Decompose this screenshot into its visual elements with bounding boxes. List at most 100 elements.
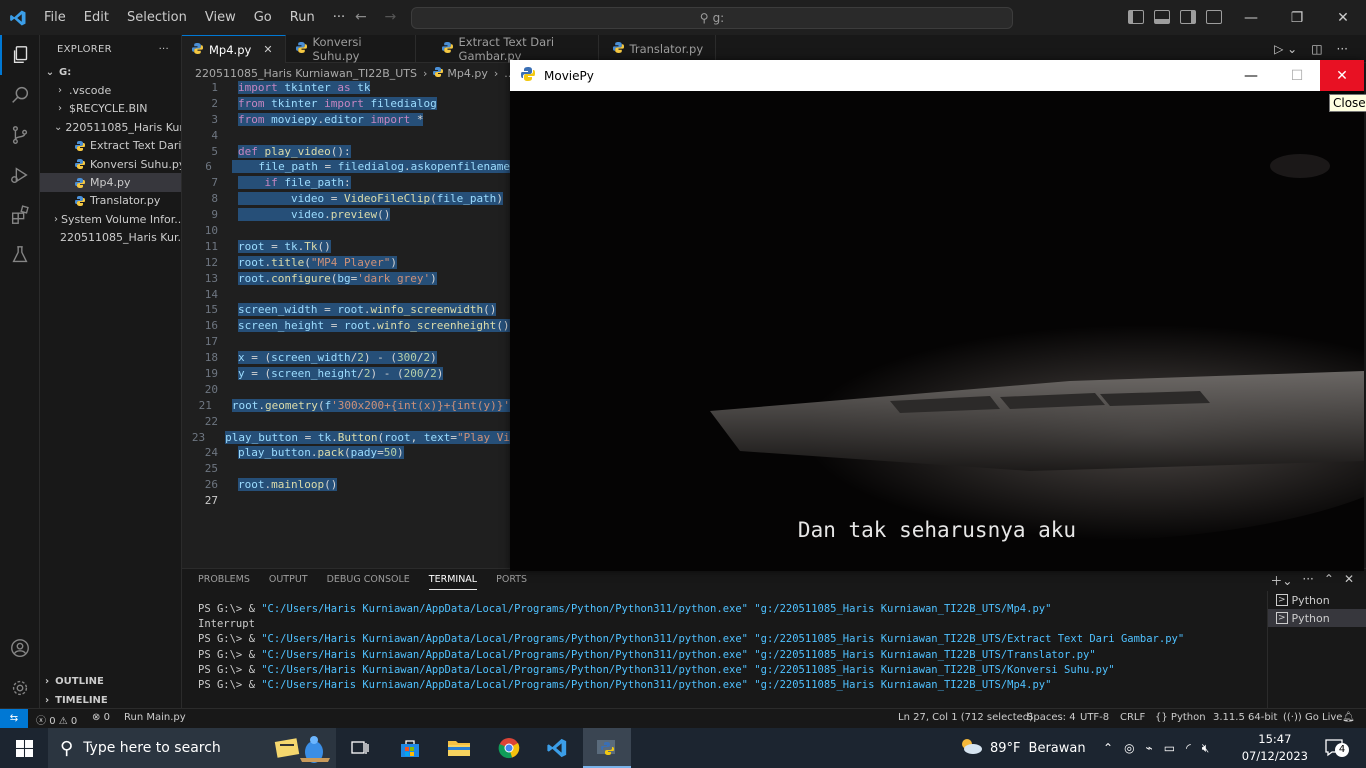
cursor-position[interactable]: Ln 27, Col 1 (712 selected) — [898, 712, 1033, 723]
new-terminal-icon[interactable]: ＋⌄ — [1270, 572, 1292, 589]
notification-center-icon[interactable]: 4 — [1324, 728, 1349, 768]
menu-edit[interactable]: Edit — [75, 10, 118, 25]
customize-layout-icon[interactable] — [1206, 10, 1222, 24]
restore-button[interactable]: ❐ — [1274, 0, 1320, 35]
testing-flask-icon[interactable] — [0, 235, 40, 275]
settings-gear-icon[interactable] — [0, 668, 40, 708]
search-icon[interactable] — [0, 75, 40, 115]
go-live-button[interactable]: ((·)) Go Live — [1283, 712, 1342, 723]
maximize-button[interactable]: ☐ — [1274, 60, 1320, 91]
tree-item-recycle-bin[interactable]: › $RECYCLE.BIN — [40, 100, 181, 118]
maximize-panel-icon[interactable]: ⌃ — [1324, 572, 1334, 589]
run-main-button[interactable]: Run Main.py — [124, 712, 186, 723]
task-view-icon[interactable] — [336, 728, 384, 768]
breadcrumb-file[interactable]: Mp4.py — [447, 67, 487, 80]
ports-indicator[interactable]: ⊗ 0 — [92, 712, 110, 723]
moviepy-window: MoviePy — ☐ ✕ Dan tak seharusnya aku — [510, 60, 1364, 571]
toggle-sidebar-icon[interactable] — [1128, 10, 1144, 24]
menu-run[interactable]: Run — [281, 10, 324, 25]
network-disconnected-icon[interactable]: ⌁ — [1146, 741, 1153, 755]
code-editor[interactable]: 1 import tkinter as tk 2 from tkinter impor… — [182, 81, 510, 567]
tab-terminal[interactable]: TERMINAL — [428, 574, 478, 590]
tab-output[interactable]: OUTPUT — [269, 574, 308, 590]
menu-more[interactable]: ··· — [324, 10, 354, 25]
more-actions-icon[interactable]: ··· — [1337, 42, 1348, 56]
terminal-list-item[interactable]: > Python — [1268, 591, 1366, 609]
tree-item-mp4[interactable]: Mp4.py — [40, 173, 181, 192]
notifications-bell-icon[interactable]: 🔔︎ — [1342, 712, 1355, 723]
explorer-more-actions[interactable]: ··· — [159, 44, 169, 55]
split-editor-icon[interactable]: ◫ — [1311, 42, 1322, 56]
weather-widget[interactable]: 89°F Berawan — [958, 728, 1086, 768]
toggle-secondary-sidebar-icon[interactable] — [1180, 10, 1196, 24]
tab-ports[interactable]: PORTS — [496, 574, 527, 590]
tree-item-translator[interactable]: Translator.py — [40, 192, 181, 210]
line-number: 13 — [204, 271, 218, 285]
volume-muted-icon[interactable]: 🔇︎ — [1202, 741, 1210, 756]
meet-now-icon[interactable]: ◎ — [1124, 741, 1134, 755]
tab-mp4[interactable]: Mp4.py ✕ — [182, 35, 286, 63]
line-ending[interactable]: CRLF — [1120, 712, 1145, 723]
indentation[interactable]: Spaces: 4 — [1027, 712, 1076, 723]
run-debug-icon[interactable] — [0, 155, 40, 195]
menu-selection[interactable]: Selection — [118, 10, 196, 25]
outline-section[interactable]: › OUTLINE — [40, 672, 182, 691]
start-button[interactable] — [0, 728, 48, 768]
terminal-list-item[interactable]: > Python — [1268, 609, 1366, 627]
nav-arrows: ← → — [355, 9, 396, 25]
back-arrow-icon[interactable]: ← — [355, 9, 367, 25]
menu-file[interactable]: File — [35, 10, 75, 25]
tree-item-label: 220511085_Haris Kur... — [65, 120, 181, 134]
tab-translator[interactable]: Translator.py — [599, 35, 717, 63]
python-interpreter[interactable]: 3.11.5 64-bit — [1213, 712, 1277, 723]
minimize-button[interactable]: — — [1228, 0, 1274, 35]
close-button[interactable]: ✕ — [1320, 0, 1366, 35]
forward-arrow-icon[interactable]: → — [385, 9, 397, 25]
toggle-panel-icon[interactable] — [1154, 10, 1170, 24]
taskbar-search-box[interactable]: ⚲ Type here to search — [48, 728, 336, 768]
tree-item-vscode[interactable]: › .vscode — [40, 81, 181, 99]
tab-extract-text[interactable]: Extract Text Dari Gambar.py — [416, 35, 599, 63]
language-mode[interactable]: {} Python — [1155, 712, 1206, 723]
code-text: root.geometry(f'300x200+{int(x)}+{int(y)… — [231, 398, 510, 412]
terminal-output[interactable]: PS G:\> & "C:/Users/Haris Kurniawan/AppD… — [198, 603, 1184, 694]
explorer-icon[interactable] — [0, 35, 40, 75]
vscode-taskbar-icon[interactable] — [533, 728, 581, 768]
chevron-up-icon[interactable]: ⌃ — [1103, 741, 1113, 755]
problems-indicator[interactable]: ⓧ 0 ⚠ 0 — [36, 712, 77, 727]
tree-item-system-volume[interactable]: › System Volume Infor... — [40, 210, 181, 228]
extensions-icon[interactable] — [0, 195, 40, 235]
command-center-search[interactable]: ⚲ g: — [411, 7, 1013, 29]
code-line: 15 screen_width = root.winfo_screenwidth(… — [182, 303, 510, 319]
python-taskbar-icon[interactable] — [583, 728, 631, 768]
clock[interactable]: 15:47 07/12/2023 — [1242, 731, 1308, 765]
tree-item-extract-text[interactable]: Extract Text Dari Ga... — [40, 137, 181, 155]
account-icon[interactable] — [0, 628, 40, 668]
encoding[interactable]: UTF-8 — [1080, 712, 1109, 723]
chrome-icon[interactable] — [485, 728, 533, 768]
tab-problems[interactable]: PROBLEMS — [198, 574, 250, 590]
menu-view[interactable]: View — [196, 10, 245, 25]
tree-item-konversi-suhu[interactable]: Konversi Suhu.py — [40, 155, 181, 173]
file-explorer-icon[interactable] — [435, 728, 483, 768]
breadcrumb-folder[interactable]: 220511085_Haris Kurniawan_TI22B_UTS — [195, 67, 417, 80]
battery-icon[interactable]: ▭ — [1164, 741, 1175, 755]
tree-item-archive[interactable]: 220511085_Haris Kur... — [40, 229, 181, 247]
more-actions-icon[interactable]: ··· — [1302, 572, 1313, 589]
close-panel-icon[interactable]: ✕ — [1344, 572, 1354, 589]
close-icon[interactable]: ✕ — [263, 43, 272, 56]
weather-desc: Berawan — [1028, 740, 1086, 756]
menu-go[interactable]: Go — [245, 10, 281, 25]
run-play-icon[interactable]: ▷ ⌄ — [1274, 42, 1297, 56]
minimize-button[interactable]: — — [1228, 60, 1274, 91]
tab-debug-console[interactable]: DEBUG CONSOLE — [327, 574, 410, 590]
source-control-icon[interactable] — [0, 115, 40, 155]
tree-item-project-folder[interactable]: ⌄ 220511085_Haris Kur... — [40, 118, 181, 136]
tree-root[interactable]: ⌄ G: — [40, 63, 181, 81]
tab-label: Extract Text Dari Gambar.py — [458, 35, 555, 63]
microsoft-store-icon[interactable] — [386, 728, 434, 768]
remote-indicator-icon[interactable]: ⇆ — [0, 709, 28, 728]
wifi-icon[interactable]: ◜ — [1186, 741, 1191, 755]
tab-konversi-suhu[interactable]: Konversi Suhu.py — [286, 35, 416, 63]
close-button[interactable]: ✕ — [1320, 60, 1364, 91]
